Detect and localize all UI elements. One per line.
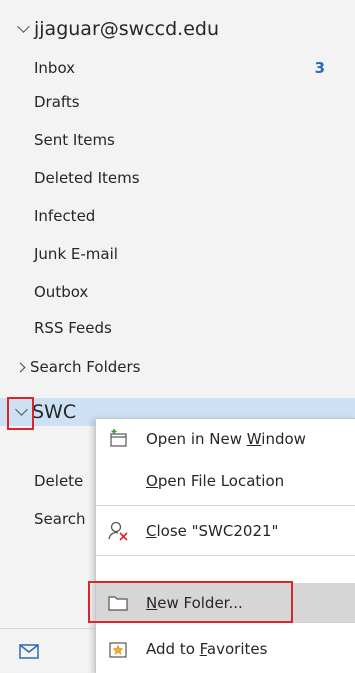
annotation-box-chevron (7, 397, 34, 430)
account-header[interactable]: jjaguar@swccd.edu (16, 14, 219, 44)
folder-rss-feeds[interactable]: RSS Feeds (34, 316, 112, 340)
annotation-box-new-folder (88, 581, 293, 623)
folder-sent-items[interactable]: Sent Items (34, 128, 115, 152)
menu-separator (96, 555, 355, 556)
folder-junk-email[interactable]: Junk E-mail (34, 242, 118, 266)
star-favorites-icon (109, 642, 127, 658)
menu-item-open-file-location[interactable]: Open File Location (96, 461, 355, 501)
menu-label-open-new-window: Open in New Window (146, 430, 306, 448)
search-folders-node[interactable]: Search Folders (16, 355, 140, 379)
menu-label-close-account: Close "SWC2021" (146, 522, 279, 540)
mail-icon[interactable] (19, 644, 39, 659)
close-account-icon (108, 521, 128, 541)
menu-label-open-file-location: Open File Location (146, 472, 285, 490)
folder-inbox[interactable]: Inbox (34, 56, 75, 80)
folder-outbox[interactable]: Outbox (34, 280, 88, 304)
menu-item-close-account[interactable]: Close "SWC2021" (96, 511, 355, 551)
folder-drafts[interactable]: Drafts (34, 90, 80, 114)
folder-search-partial[interactable]: Search (34, 507, 86, 531)
account2-name: SWC (32, 401, 77, 423)
menu-label-add-to-favorites: Add to Favorites (146, 640, 268, 658)
folder-deleted-items[interactable]: Deleted Items (34, 166, 140, 190)
account-name: jjaguar@swccd.edu (34, 18, 219, 40)
folder-deleted-partial[interactable]: Delete (34, 469, 83, 493)
unread-count-badge: 3 (314, 59, 325, 77)
menu-item-add-to-favorites[interactable]: Add to Favorites (96, 629, 355, 669)
menu-item-open-new-window[interactable]: Open in New Window (96, 419, 355, 459)
chevron-down-icon[interactable] (16, 21, 32, 37)
divider (0, 628, 95, 629)
chevron-right-icon[interactable] (16, 360, 26, 374)
context-menu: Open in New Window Open File Location Cl… (95, 418, 355, 673)
folder-infected[interactable]: Infected (34, 204, 95, 228)
open-window-icon (110, 429, 127, 447)
search-folders-label: Search Folders (30, 358, 141, 376)
menu-separator (96, 505, 355, 506)
